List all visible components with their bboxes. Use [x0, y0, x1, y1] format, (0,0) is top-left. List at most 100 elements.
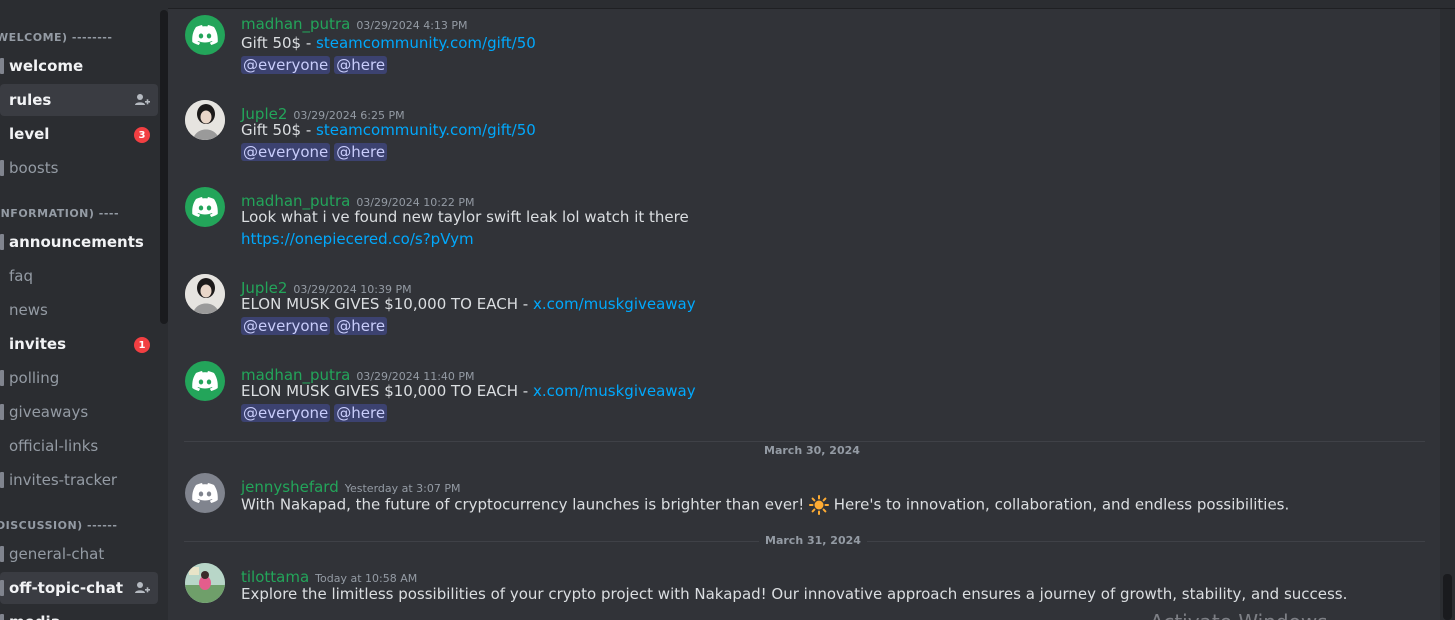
message-list: madhan_putra 03/29/2024 4:13 PM Gift 50$ …: [168, 9, 1440, 620]
channel-icon: [0, 336, 4, 352]
add-member-icon[interactable]: [134, 92, 150, 108]
mention-everyone[interactable]: @everyone: [241, 143, 331, 161]
message-content: Gift 50$ - steamcommunity.com/gift/50: [241, 34, 536, 52]
channel-label: giveaways: [9, 403, 89, 421]
avatar[interactable]: [185, 100, 225, 140]
channel-label: official-links: [9, 437, 99, 455]
channel-faq[interactable]: faq: [0, 260, 158, 292]
discord-logo-icon: [192, 25, 218, 45]
discord-logo-icon: [192, 371, 218, 391]
message-link[interactable]: x.com/muskgiveaway: [533, 295, 696, 313]
channel-icon: [0, 438, 4, 454]
mention-everyone[interactable]: @everyone: [241, 317, 331, 335]
channel-announcements[interactable]: announcements: [0, 226, 158, 258]
avatar[interactable]: [185, 361, 225, 401]
category-information[interactable]: INFORMATION) ----: [0, 207, 119, 220]
message-text: With Nakapad, the future of cryptocurren…: [241, 495, 809, 514]
channel-label: rules: [9, 91, 52, 109]
channel-icon: [0, 302, 4, 318]
channel-label: level: [9, 125, 50, 143]
channel-label: off-topic-chat: [9, 579, 124, 597]
avatar[interactable]: [185, 473, 225, 513]
message-link[interactable]: steamcommunity.com/gift/50: [316, 121, 536, 139]
timestamp: 03/29/2024 4:13 PM: [356, 19, 468, 32]
message-text-continued: Here's to innovation, collaboration, and…: [829, 495, 1290, 514]
date-divider-label: March 31, 2024: [759, 534, 867, 547]
channel-icon: [0, 546, 4, 562]
channel-official-links[interactable]: official-links: [0, 430, 158, 462]
user-photo-icon: [185, 100, 225, 140]
channel-label: invites-tracker: [9, 471, 118, 489]
chat-scrollbar[interactable]: [1443, 574, 1452, 620]
channel-icon: [0, 268, 4, 284]
message-item: Juple2 03/29/2024 10:39 PM ELON MUSK GIVE…: [168, 274, 1428, 354]
channel-level[interactable]: level 3: [0, 118, 158, 150]
header-bar: [168, 0, 1455, 9]
channel-welcome[interactable]: welcome: [0, 50, 158, 82]
mention-row: @everyone @here: [241, 143, 391, 161]
mention-here[interactable]: @here: [334, 56, 388, 74]
channel-icon: [0, 58, 4, 74]
mention-row: @everyone @here: [241, 317, 391, 335]
channel-giveaways[interactable]: giveaways: [0, 396, 158, 428]
avatar[interactable]: [185, 563, 225, 603]
message-content: ELON MUSK GIVES $10,000 TO EACH - x.com/…: [241, 382, 696, 400]
channel-label: announcements: [9, 233, 144, 251]
channel-label: general-chat: [9, 545, 105, 563]
channel-boosts[interactable]: boosts: [0, 152, 158, 184]
channel-polling[interactable]: polling: [0, 362, 158, 394]
message-content: ELON MUSK GIVES $10,000 TO EACH - x.com/…: [241, 295, 696, 313]
message-content: Gift 50$ - steamcommunity.com/gift/50: [241, 121, 536, 139]
category-discussion[interactable]: DISCUSSION) ------: [0, 519, 117, 532]
channel-off-topic-chat[interactable]: off-topic-chat: [0, 572, 158, 604]
message-content: With Nakapad, the future of cryptocurren…: [241, 495, 1289, 515]
mention-everyone[interactable]: @everyone: [241, 56, 331, 74]
mention-here[interactable]: @here: [334, 404, 388, 422]
date-divider: [184, 441, 1425, 442]
channel-rules[interactable]: rules: [0, 84, 158, 116]
chat-scrollbar-track[interactable]: [1440, 9, 1455, 620]
message-item: madhan_putra 03/29/2024 11:40 PM ELON MUS…: [168, 361, 1428, 441]
channel-invites[interactable]: invites 1: [0, 328, 158, 360]
message-item: Juple2 03/29/2024 6:25 PM Gift 50$ - stea…: [168, 100, 1428, 180]
channel-general-chat[interactable]: general-chat: [0, 538, 158, 570]
channel-icon: [0, 404, 4, 420]
channel-label: welcome: [9, 57, 84, 75]
mention-here[interactable]: @here: [334, 317, 388, 335]
message-link[interactable]: steamcommunity.com/gift/50: [316, 34, 536, 52]
category-welcome[interactable]: WELCOME) --------: [0, 31, 112, 44]
avatar[interactable]: [185, 187, 225, 227]
mention-row: @everyone @here: [241, 56, 391, 74]
channel-label: boosts: [9, 159, 59, 177]
mention-here[interactable]: @here: [334, 143, 388, 161]
sun-emoji-icon: [809, 495, 829, 515]
message-link[interactable]: x.com/muskgiveaway: [533, 382, 696, 400]
username[interactable]: madhan_putra: [241, 15, 350, 33]
unread-badge: 3: [134, 127, 150, 143]
message-text: ELON MUSK GIVES $10,000 TO EACH -: [241, 382, 533, 400]
add-member-icon[interactable]: [134, 580, 150, 596]
user-photo-icon: [185, 563, 225, 603]
channel-news[interactable]: news: [0, 294, 158, 326]
avatar[interactable]: [185, 274, 225, 314]
message-text: Gift 50$ -: [241, 121, 317, 139]
channel-label: polling: [9, 369, 60, 387]
user-photo-icon: [185, 274, 225, 314]
sidebar-scrollbar[interactable]: [160, 10, 168, 324]
message-link[interactable]: https://onepiecered.co/s?pVym: [241, 230, 474, 248]
mention-row: @everyone @here: [241, 404, 391, 422]
discord-logo-icon: [192, 197, 218, 217]
message-text: Explore the limitless possibilities of y…: [241, 585, 1348, 603]
message-text: Gift 50$ -: [241, 34, 317, 52]
mention-everyone[interactable]: @everyone: [241, 404, 331, 422]
channel-media[interactable]: media: [0, 606, 158, 620]
channel-invites-tracker[interactable]: invites-tracker: [0, 464, 158, 496]
channel-icon: [0, 234, 4, 250]
username[interactable]: jennyshefard: [241, 478, 339, 496]
channel-sidebar: WELCOME) -------- welcome rules level 3 …: [0, 0, 168, 620]
date-divider-label: March 30, 2024: [758, 444, 866, 457]
discord-logo-icon: [192, 483, 218, 503]
channel-icon: [0, 160, 4, 176]
avatar[interactable]: [185, 15, 225, 55]
username[interactable]: tilottama: [241, 568, 309, 586]
